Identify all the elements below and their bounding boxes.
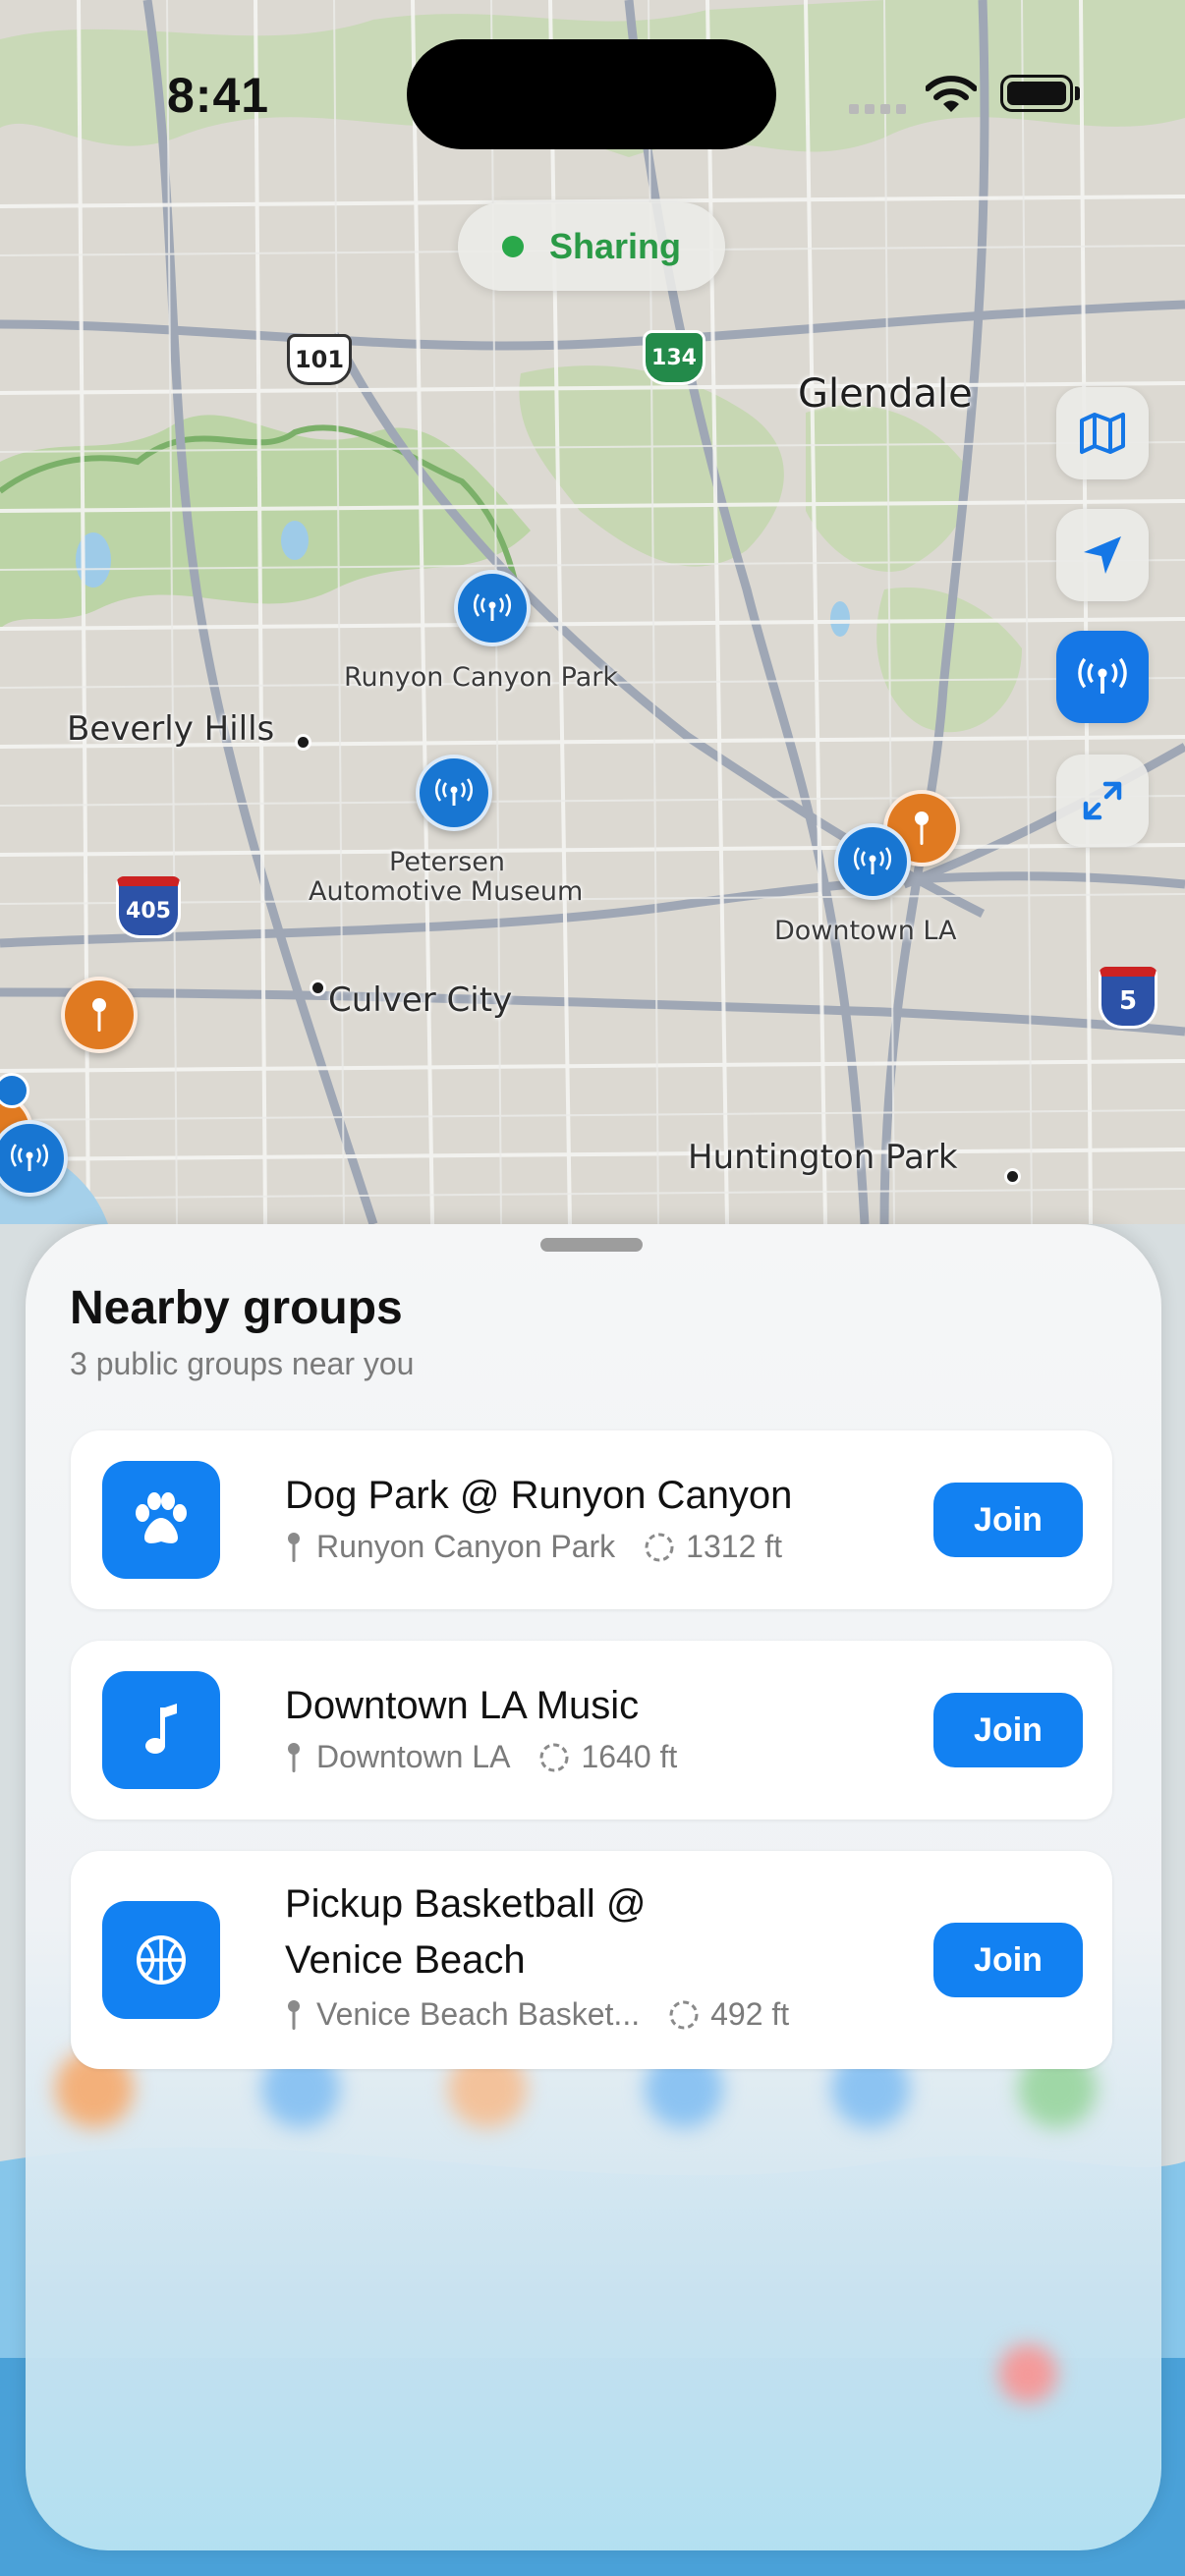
group-meta: Downtown LA 1640 ft <box>285 1739 677 1775</box>
group-location: Downtown LA <box>316 1739 511 1774</box>
downtown-la-label: Downtown LA <box>774 916 957 946</box>
petersen-museum-label: Automotive Museum <box>309 876 584 907</box>
expand-map-button[interactable] <box>1056 755 1149 847</box>
sheet-grabber[interactable] <box>540 1238 643 1252</box>
ca-134-label: 134 <box>651 345 697 370</box>
sharing-label: Sharing <box>548 226 681 266</box>
pin-icon <box>288 1999 300 2030</box>
map-icon <box>1080 413 1125 454</box>
nearby-groups-sheet[interactable]: Nearby groups 3 public groups near you D… <box>26 1224 1161 2550</box>
us-101-shield: 101 <box>287 334 352 385</box>
pin-icon <box>915 812 929 845</box>
sheet-title: Nearby groups <box>70 1282 403 1334</box>
broadcast-icon <box>435 778 473 806</box>
broadcast-icon <box>474 593 511 621</box>
culver-city-dot <box>312 982 323 993</box>
group-name: Downtown LA Music <box>285 1684 640 1727</box>
group-distance: 1640 ft <box>581 1739 678 1774</box>
distance-radius-icon <box>669 2000 699 2029</box>
group-card-downtown-music[interactable]: Downtown LA Music Downtown LA 1640 ft Jo… <box>71 1641 1112 1820</box>
music-note-icon <box>145 1704 177 1754</box>
pin-icon <box>288 1742 300 1772</box>
glendale-label: Glendale <box>798 371 973 417</box>
paw-icon <box>136 1492 187 1543</box>
group-distance: 492 ft <box>710 1996 790 2032</box>
group-name-line-2: Venice Beach <box>285 1938 526 1982</box>
group-pin-downtown[interactable] <box>834 823 911 900</box>
battery-icon <box>1000 75 1073 112</box>
group-distance: 1312 ft <box>686 1529 783 1564</box>
group-meta: Runyon Canyon Park 1312 ft <box>285 1529 782 1565</box>
my-location-button[interactable] <box>1056 509 1149 601</box>
group-meta: Venice Beach Basket... 492 ft <box>285 1996 789 2033</box>
dynamic-island <box>407 39 776 149</box>
runyon-canyon-label: Runyon Canyon Park <box>344 662 619 693</box>
group-card-dog-park[interactable]: Dog Park @ Runyon Canyon Runyon Canyon P… <box>71 1430 1112 1609</box>
join-button[interactable]: Join <box>933 1483 1083 1557</box>
beverly-hills-dot <box>298 737 309 748</box>
join-button[interactable]: Join <box>933 1923 1083 1997</box>
basketball-icon <box>137 1935 186 1985</box>
us-101-label: 101 <box>294 346 345 373</box>
group-pin-petersen[interactable] <box>416 755 492 831</box>
pin-icon <box>92 998 106 1032</box>
i-5-label: 5 <box>1118 986 1138 1016</box>
join-button[interactable]: Join <box>933 1693 1083 1767</box>
sheet-subtitle: 3 public groups near you <box>70 1346 415 1381</box>
pin-icon <box>288 1532 300 1562</box>
distance-radius-icon <box>539 1743 569 1771</box>
broadcast-icon <box>1078 657 1127 694</box>
group-pin-runyon[interactable] <box>454 570 531 646</box>
sharing-indicator-dot <box>501 236 524 257</box>
culver-city-label: Culver City <box>328 980 513 1020</box>
map-style-button[interactable] <box>1056 387 1149 479</box>
i-5-shield: 5 <box>1099 967 1157 1029</box>
location-arrow-icon <box>1084 536 1121 574</box>
i-405-shield: 405 <box>116 876 181 938</box>
group-icon-tile <box>102 1901 220 2019</box>
beverly-hills-label: Beverly Hills <box>67 709 275 749</box>
i-405-label: 405 <box>126 898 171 924</box>
broadcast-icon <box>11 1144 48 1171</box>
expand-icon <box>1083 781 1122 820</box>
group-name-line-1: Pickup Basketball @ <box>285 1882 647 1926</box>
distance-radius-icon <box>645 1533 674 1561</box>
broadcast-toggle-button[interactable] <box>1056 631 1149 723</box>
sharing-status-pill[interactable]: Sharing <box>458 202 725 291</box>
broadcast-icon <box>854 847 891 874</box>
group-location: Venice Beach Basket... <box>316 1996 641 2032</box>
huntington-park-label: Huntington Park <box>688 1138 958 1177</box>
battery-tip <box>1075 86 1080 100</box>
status-time: 8:41 <box>167 68 270 123</box>
cellular-signal-icon <box>849 104 906 114</box>
group-card-pickup-basketball[interactable]: Pickup Basketball @ Venice Beach Venice … <box>71 1851 1112 2069</box>
group-icon-tile <box>102 1461 220 1579</box>
wifi-icon <box>926 76 977 112</box>
ca-134-shield: 134 <box>643 330 705 385</box>
group-icon-tile <box>102 1671 220 1789</box>
place-pin-culver[interactable] <box>61 977 138 1053</box>
blurred-background <box>998 2344 1057 2403</box>
group-name: Dog Park @ Runyon Canyon <box>285 1474 793 1517</box>
huntington-park-dot <box>1007 1171 1018 1182</box>
petersen-label: Petersen <box>389 847 506 877</box>
group-location: Runyon Canyon Park <box>316 1529 616 1564</box>
